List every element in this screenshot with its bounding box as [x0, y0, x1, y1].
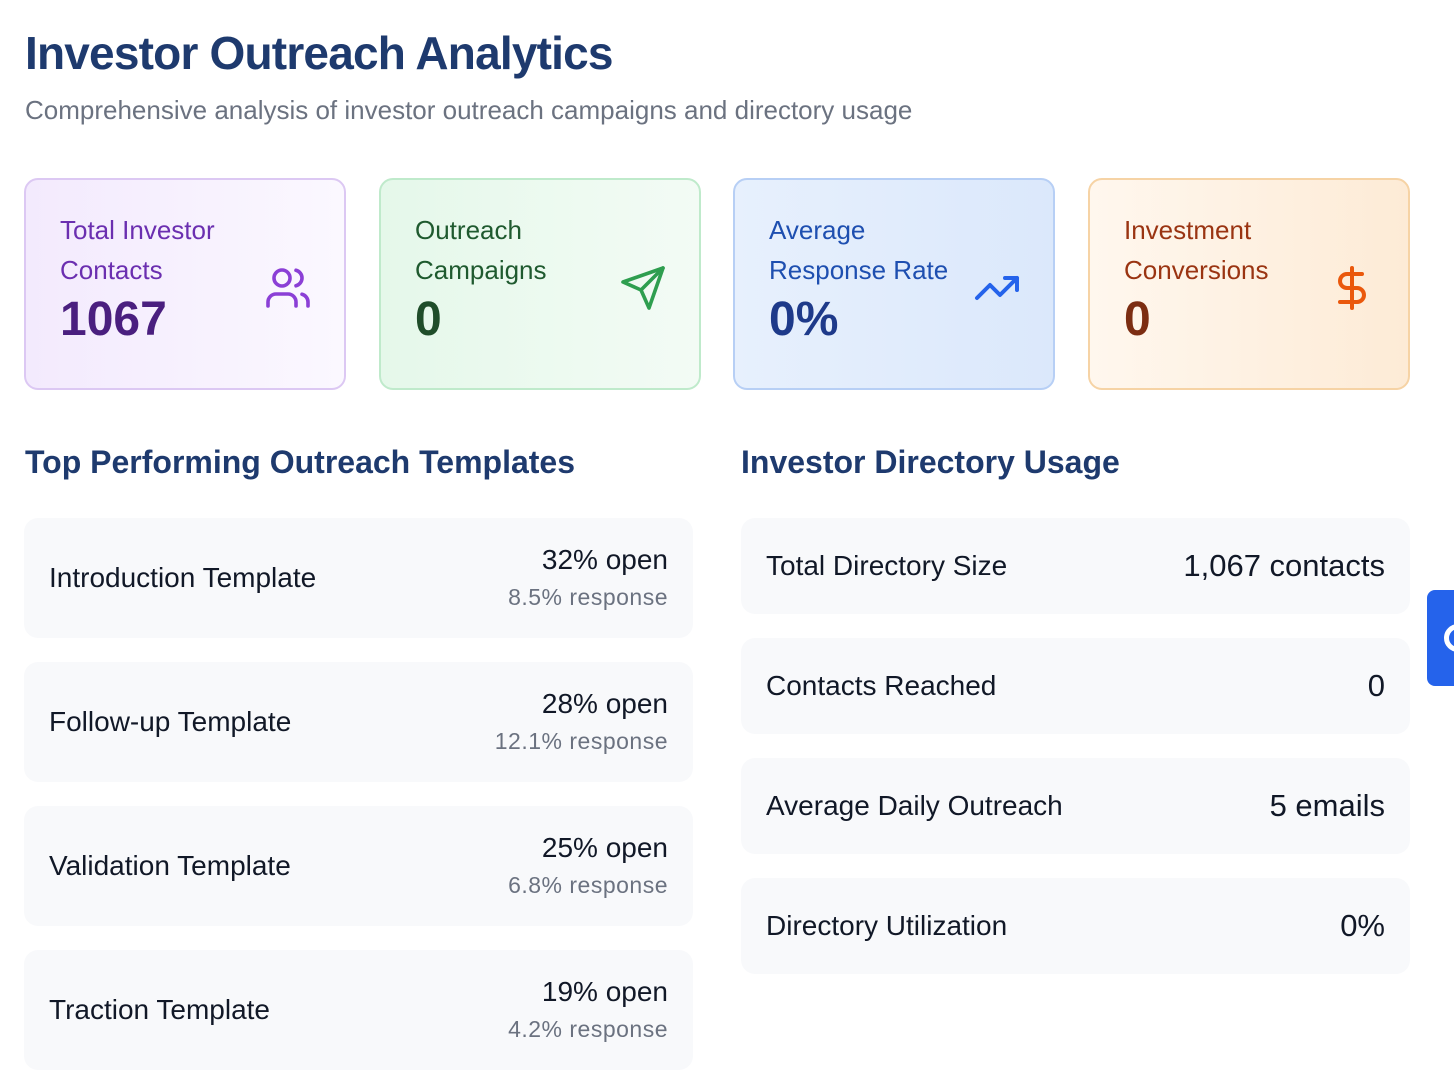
- template-name: Traction Template: [49, 994, 270, 1025]
- directory-value: 1,067 contacts: [1183, 548, 1385, 583]
- template-name: Validation Template: [49, 850, 291, 881]
- page-subtitle: Comprehensive analysis of investor outre…: [25, 95, 913, 125]
- stat-label: Average Response Rate: [769, 215, 949, 285]
- template-open-rate: 19% open: [541, 976, 668, 1007]
- template-row: Follow-up Template 28% open 12.1% respon…: [24, 662, 693, 782]
- template-open-rate: 28% open: [541, 688, 668, 719]
- stat-label: Outreach Campaigns: [415, 215, 547, 285]
- directory-label: Average Daily Outreach: [766, 790, 1063, 821]
- template-response-rate: 8.5% response: [508, 584, 668, 610]
- template-open-rate: 25% open: [541, 832, 668, 863]
- directory-section-title: Investor Directory Usage: [741, 444, 1120, 480]
- directory-row: Total Directory Size 1,067 contacts: [741, 518, 1410, 614]
- template-row: Validation Template 25% open 6.8% respon…: [24, 806, 693, 926]
- template-response-rate: 12.1% response: [494, 728, 668, 754]
- stat-card-investment-conversions: Investment Conversions 0: [1088, 178, 1410, 390]
- template-response-rate: 4.2% response: [508, 1016, 668, 1042]
- directory-value: 5 emails: [1269, 788, 1385, 823]
- dollar-icon: [1338, 266, 1366, 310]
- stat-card-average-response-rate: Average Response Rate 0%: [733, 178, 1055, 390]
- template-response-rate: 6.8% response: [508, 872, 668, 898]
- templates-section-title: Top Performing Outreach Templates: [25, 444, 576, 480]
- trending-up-icon: [975, 276, 1019, 300]
- send-icon: [621, 266, 665, 310]
- stat-label: Total Investor Contacts: [60, 215, 215, 285]
- directory-label: Contacts Reached: [766, 670, 997, 701]
- template-row: Traction Template 19% open 4.2% response: [24, 950, 693, 1070]
- feedback-side-tab[interactable]: [1427, 590, 1454, 686]
- directory-value: 0%: [1340, 908, 1385, 943]
- directory-row: Average Daily Outreach 5 emails: [741, 758, 1410, 854]
- page-title: Investor Outreach Analytics: [25, 27, 613, 79]
- directory-row: Contacts Reached 0: [741, 638, 1410, 734]
- template-row: Introduction Template 32% open 8.5% resp…: [24, 518, 693, 638]
- stat-label: Investment Conversions: [1124, 215, 1269, 285]
- directory-value: 0: [1367, 668, 1385, 703]
- template-name: Introduction Template: [49, 562, 317, 593]
- template-open-rate: 32% open: [541, 544, 668, 575]
- users-icon: [266, 268, 310, 308]
- template-name: Follow-up Template: [49, 706, 292, 737]
- directory-row: Directory Utilization 0%: [741, 878, 1410, 974]
- stat-card-outreach-campaigns: Outreach Campaigns 0: [379, 178, 701, 390]
- directory-label: Directory Utilization: [766, 910, 1008, 941]
- feedback-icon: [1444, 624, 1454, 652]
- stat-card-total-investor-contacts: Total Investor Contacts 1067: [24, 178, 346, 390]
- directory-label: Total Directory Size: [766, 550, 1008, 581]
